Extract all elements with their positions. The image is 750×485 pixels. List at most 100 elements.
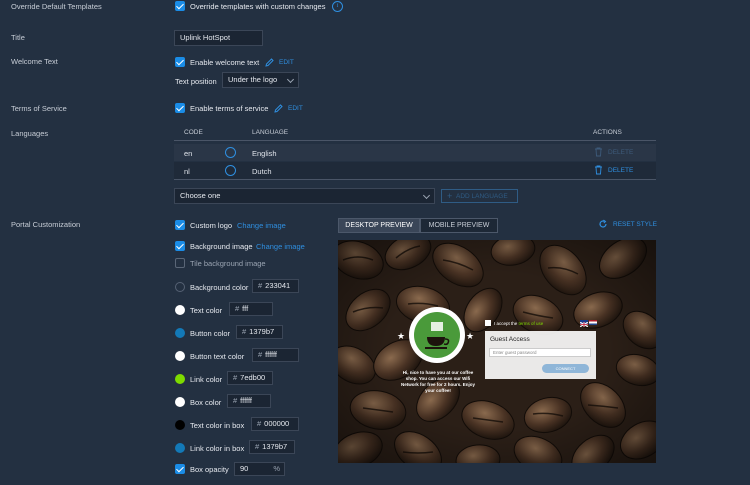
text-position-select[interactable]: Under the logo <box>222 72 299 88</box>
hash-label: # <box>235 304 240 313</box>
delete-button[interactable]: DELETE <box>608 167 633 174</box>
box-color-input[interactable]: # ffffff <box>227 394 271 408</box>
text-color-swatch[interactable] <box>175 305 185 315</box>
hash-label: # <box>233 373 238 382</box>
info-icon[interactable] <box>225 165 236 176</box>
section-languages-label: Languages <box>11 129 49 138</box>
accept-text: I accept the <box>494 321 518 326</box>
background-color-swatch[interactable] <box>175 282 185 292</box>
trash-icon <box>594 147 603 157</box>
box-color-swatch[interactable] <box>175 397 185 407</box>
link-color-input[interactable]: #7edb00 <box>227 371 273 385</box>
hash-label: # <box>233 396 238 405</box>
button-text-color-swatch[interactable] <box>175 351 185 361</box>
color-label: Button text color <box>190 352 245 361</box>
color-label: Link color <box>190 375 223 384</box>
section-terms-label: Terms of Service <box>11 104 67 113</box>
guest-password-input[interactable]: Enter guest password <box>489 348 591 357</box>
row-code: nl <box>184 167 190 176</box>
box-opacity-checkbox[interactable] <box>175 464 185 474</box>
info-icon[interactable]: i <box>332 1 343 12</box>
section-override-label: Override Default Templates <box>11 2 102 11</box>
text-position-label: Text position <box>175 77 217 86</box>
title-input[interactable]: Uplink HotSpot <box>174 30 263 46</box>
change-background-link[interactable]: Change image <box>256 242 305 251</box>
chevron-down-icon <box>422 191 431 200</box>
color-value: ffffff <box>240 396 252 405</box>
color-value: 233041 <box>265 281 291 290</box>
link-color-in-box-input[interactable]: #1379b7 <box>249 440 295 454</box>
language-select-value: Choose one <box>180 191 221 200</box>
hash-label: # <box>257 419 262 428</box>
background-image-checkbox[interactable] <box>175 241 185 251</box>
change-logo-link[interactable]: Change image <box>237 221 286 230</box>
color-value: ffffff <box>265 350 277 359</box>
color-value: 7edb00 <box>240 373 266 382</box>
add-language-label: ADD LANGUAGE <box>456 193 508 200</box>
add-language-button[interactable]: + ADD LANGUAGE <box>441 189 518 203</box>
tab-mobile-preview[interactable]: MOBILE PREVIEW <box>420 218 498 233</box>
tab-desktop-preview[interactable]: DESKTOP PREVIEW <box>338 218 420 233</box>
row-language: Dutch <box>252 167 272 176</box>
language-select[interactable]: Choose one <box>174 188 435 204</box>
link-color-in-box-swatch[interactable] <box>175 443 185 453</box>
row-language: English <box>252 149 277 158</box>
coffee-logo <box>409 307 465 363</box>
override-checkbox-label: Override templates with custom changes <box>190 2 326 11</box>
color-value: fff <box>242 304 249 313</box>
pencil-icon[interactable] <box>264 57 275 68</box>
accept-checkbox[interactable] <box>485 320 491 326</box>
nl-flag-icon[interactable] <box>589 320 597 325</box>
hash-label: # <box>258 350 263 359</box>
color-label: Text color in box <box>190 421 245 430</box>
section-title-label: Title <box>11 33 25 42</box>
hash-label: # <box>258 281 263 290</box>
uk-flag-icon[interactable] <box>579 320 589 328</box>
color-label: Background color <box>190 283 249 292</box>
welcome-text: Hi, nice to have you at our coffee shop.… <box>400 370 475 393</box>
background-image-label: Background image <box>190 242 253 251</box>
trash-icon[interactable] <box>594 165 603 175</box>
chevron-down-icon <box>286 75 295 84</box>
tile-background-checkbox[interactable] <box>175 258 185 268</box>
col-code: CODE <box>184 129 203 136</box>
percent-unit: % <box>273 464 280 473</box>
text-color-in-box-swatch[interactable] <box>175 420 185 430</box>
pencil-icon[interactable] <box>273 103 284 114</box>
section-welcome-label: Welcome Text <box>11 57 58 66</box>
terms-edit-link[interactable]: EDIT <box>288 105 303 112</box>
welcome-checkbox[interactable] <box>175 57 185 67</box>
desktop-preview-frame: ★ ★ Hi, nice to have you at our coffee s… <box>338 240 656 463</box>
terms-checkbox[interactable] <box>175 103 185 113</box>
star-icon: ★ <box>397 331 406 341</box>
box-opacity-input[interactable]: 90 % <box>234 462 285 476</box>
color-label: Text color <box>190 306 223 315</box>
link-color-swatch[interactable] <box>175 374 185 384</box>
color-value: 1379b7 <box>249 327 275 336</box>
button-color-swatch[interactable] <box>175 328 185 338</box>
guest-access-box: Guest Access Enter guest password CONNEC… <box>485 331 596 379</box>
welcome-edit-link[interactable]: EDIT <box>279 59 294 66</box>
hash-label: # <box>255 442 260 451</box>
col-language: LANGUAGE <box>252 129 289 136</box>
color-label: Link color in box <box>190 444 245 453</box>
hash-label: # <box>242 327 247 336</box>
background-color-input[interactable]: #233041 <box>252 279 299 293</box>
button-text-color-input[interactable]: # ffffff <box>252 348 299 362</box>
info-icon[interactable] <box>225 147 236 158</box>
table-header: CODE LANGUAGE ACTIONS <box>174 126 656 141</box>
button-color-input[interactable]: #1379b7 <box>236 325 283 339</box>
color-value: 000000 <box>264 419 290 428</box>
terms-link[interactable]: terms of use <box>519 321 544 326</box>
override-checkbox[interactable] <box>175 1 185 11</box>
text-color-in-box-input[interactable]: #000000 <box>251 417 299 431</box>
connect-button[interactable]: CONNECT <box>542 364 589 373</box>
custom-logo-label: Custom logo <box>190 221 233 230</box>
custom-logo-checkbox[interactable] <box>175 220 185 230</box>
table-row: nl Dutch DELETE <box>174 162 656 180</box>
reset-icon[interactable] <box>598 219 608 229</box>
plus-icon: + <box>447 191 453 201</box>
text-color-input[interactable]: # fff <box>229 302 273 316</box>
guest-access-title: Guest Access <box>490 336 530 343</box>
reset-style-button[interactable]: RESET STYLE <box>613 221 657 228</box>
